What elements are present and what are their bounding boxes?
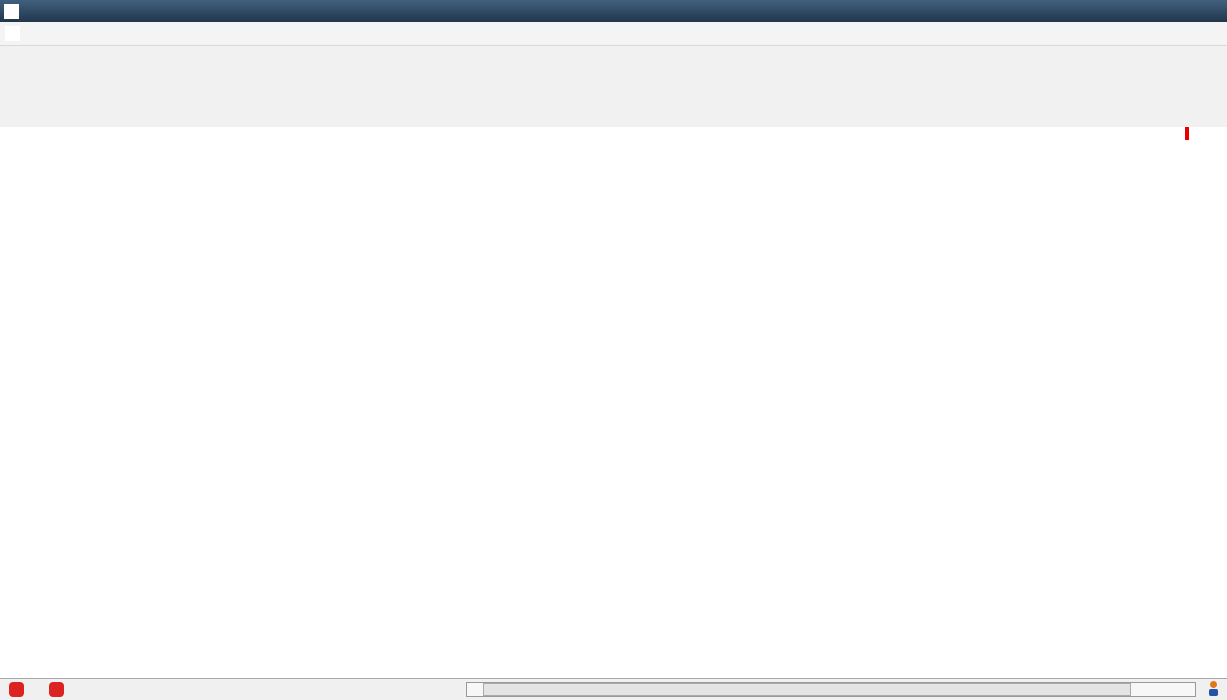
status-bar (0, 678, 1227, 700)
drawing-toolbar (0, 103, 1227, 128)
menu-bar (0, 22, 1227, 46)
app-logo-icon (4, 4, 19, 19)
scroll-right-icon[interactable] (1181, 683, 1195, 696)
alert-icon[interactable] (1206, 681, 1220, 697)
main-toolbar (0, 46, 1227, 78)
chart-area[interactable] (0, 127, 1227, 678)
price-chart-svg[interactable] (0, 127, 1227, 678)
scrollbar-thumb[interactable] (483, 683, 1131, 696)
cursor-date-badge (1185, 127, 1189, 140)
title-bar (0, 0, 1227, 22)
horizontal-scrollbar[interactable] (466, 682, 1196, 697)
menu-logo-icon (5, 26, 20, 41)
shanghai-badge-icon (9, 682, 24, 697)
navigation-toolbar (0, 77, 1227, 103)
scroll-left-icon[interactable] (467, 683, 481, 696)
shenzhen-badge-icon (49, 682, 64, 697)
